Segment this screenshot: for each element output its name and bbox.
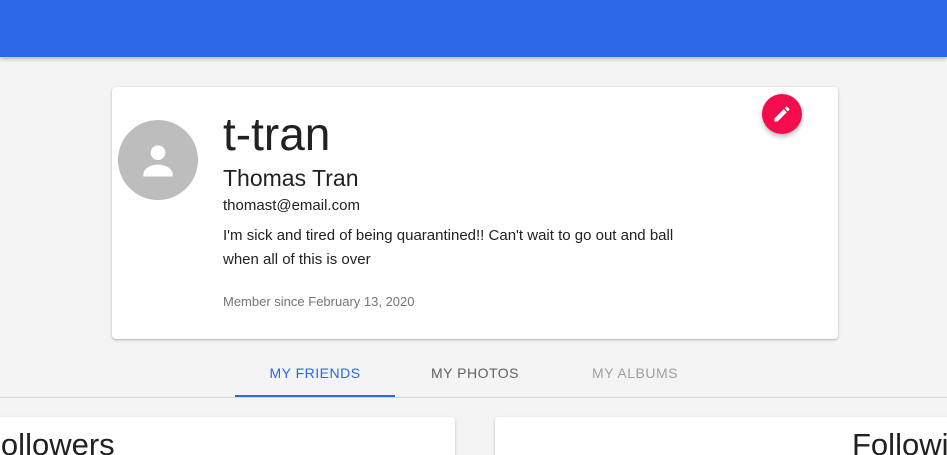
- full-name: Thomas Tran: [223, 165, 359, 191]
- username: t-tran: [223, 108, 331, 160]
- followers-panel: Followers: [0, 417, 455, 455]
- profile-tabs: MY FRIENDS MY PHOTOS MY ALBUMS: [0, 350, 947, 398]
- tab-my-photos[interactable]: MY PHOTOS: [395, 350, 555, 396]
- followers-title: Followers: [0, 427, 115, 455]
- pencil-icon: [774, 106, 790, 122]
- email: thomast@email.com: [223, 197, 360, 214]
- avatar: [118, 120, 198, 200]
- tab-my-albums[interactable]: MY ALBUMS: [555, 350, 715, 396]
- following-panel: Following: [495, 417, 947, 455]
- edit-profile-button[interactable]: [762, 94, 802, 134]
- bio: I'm sick and tired of being quarantined!…: [223, 227, 674, 268]
- following-title: Following: [852, 427, 947, 455]
- person-icon: [143, 145, 173, 177]
- tab-indicator: [235, 395, 395, 397]
- profile-card: t-tran Thomas Tran thomast@email.com I'm…: [112, 87, 838, 339]
- member-since: Member since February 13, 2020: [223, 294, 415, 309]
- tab-my-friends[interactable]: MY FRIENDS: [235, 350, 395, 396]
- app-bar: [0, 0, 947, 57]
